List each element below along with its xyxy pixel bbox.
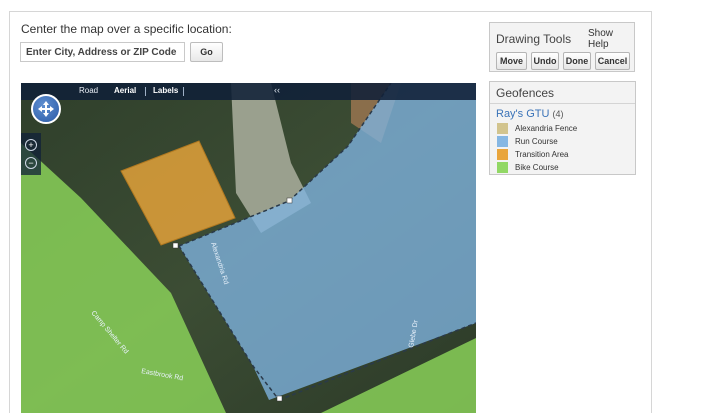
zoom-controls: + − — [21, 133, 41, 175]
vertex-handle[interactable] — [286, 197, 293, 204]
tab-separator — [183, 87, 184, 96]
geofences-panel: Geofences Ray's GTU (4) Alexandria Fence… — [489, 81, 636, 175]
location-search-input[interactable] — [20, 42, 185, 62]
map-view[interactable]: Alexandria Rd Glebe Dr Camp Shelter Rd E… — [21, 83, 476, 413]
geofence-item-label: Run Course — [515, 137, 558, 146]
geofence-group-count: (4) — [552, 109, 564, 119]
map-style-bar: Road Aerial Labels ‹‹ — [21, 83, 476, 100]
geofence-item-label: Alexandria Fence — [515, 124, 578, 133]
pan-arrows-icon — [38, 101, 54, 117]
done-button[interactable]: Done — [563, 52, 591, 70]
show-help-link[interactable]: Show Help — [588, 28, 634, 50]
color-swatch — [497, 136, 508, 147]
tab-road[interactable]: Road — [79, 86, 98, 95]
geofence-group-link[interactable]: Ray's GTU (4) — [496, 108, 564, 120]
undo-button[interactable]: Undo — [531, 52, 559, 70]
color-swatch — [497, 123, 508, 134]
collapse-toolbar-icon[interactable]: ‹‹ — [274, 85, 280, 95]
zoom-out-icon[interactable]: − — [25, 157, 37, 169]
cancel-button[interactable]: Cancel — [595, 52, 630, 70]
geofence-item-label: Transition Area — [515, 150, 569, 159]
geofence-group-name[interactable]: Ray's GTU — [496, 108, 549, 120]
vertex-handle[interactable] — [276, 395, 283, 402]
tab-aerial[interactable]: Aerial — [114, 86, 136, 95]
geofences-title: Geofences — [496, 86, 555, 100]
geofence-item-label: Bike Course — [515, 163, 559, 172]
move-button[interactable]: Move — [496, 52, 527, 70]
vertex-handle[interactable] — [172, 242, 179, 249]
drawing-tools-title: Drawing Tools — [496, 32, 572, 46]
center-map-label: Center the map over a specific location: — [21, 22, 232, 36]
drawing-tools-panel: Drawing Tools Show Help Move Undo Done C… — [489, 22, 635, 72]
tab-labels[interactable]: Labels — [153, 86, 178, 95]
divider — [490, 103, 635, 104]
compass-pan-icon[interactable] — [31, 94, 61, 124]
map-canvas[interactable]: Alexandria Rd Glebe Dr Camp Shelter Rd E… — [21, 83, 476, 413]
zoom-in-icon[interactable]: + — [25, 139, 37, 151]
color-swatch — [497, 162, 508, 173]
color-swatch — [497, 149, 508, 160]
tab-separator — [145, 87, 146, 96]
go-button[interactable]: Go — [190, 42, 223, 62]
